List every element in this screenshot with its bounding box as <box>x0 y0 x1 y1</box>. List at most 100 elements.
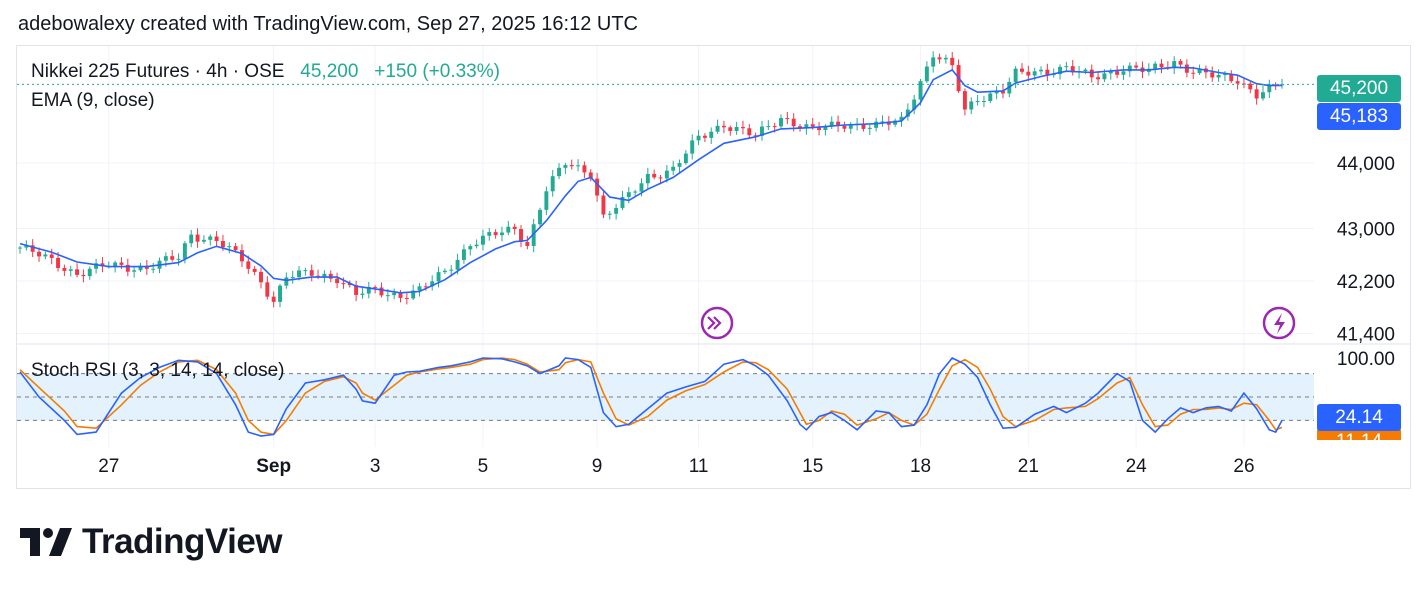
candle-body <box>563 165 568 168</box>
candle-body <box>132 270 137 272</box>
candle-body <box>652 173 657 178</box>
candle-body <box>645 173 650 184</box>
time-tick-label: 11 <box>689 456 709 477</box>
candle-body <box>1032 71 1037 76</box>
candle-body <box>284 277 289 286</box>
time-tick-label: 21 <box>1018 456 1039 477</box>
time-tick-label: 26 <box>1233 456 1254 477</box>
candle-body <box>246 261 251 269</box>
candle-body <box>1102 73 1107 80</box>
candle-body <box>709 131 714 138</box>
candle-body <box>550 176 555 192</box>
candle-body <box>1121 71 1126 75</box>
candle-body <box>49 254 54 258</box>
candle-body <box>677 163 682 167</box>
last-price-text: 45,200 <box>300 61 359 82</box>
candle-body <box>278 285 282 302</box>
candle-body <box>341 283 346 285</box>
candle-body <box>525 242 530 246</box>
candle-body <box>810 124 815 127</box>
chart-canvas[interactable]: 44,000 43,000 42,200 41,400 100.00 27 Sep 3 5 9 1… <box>0 0 1428 591</box>
candle-body <box>569 165 574 167</box>
candle-body <box>379 287 384 296</box>
candle-body <box>766 126 771 128</box>
candle-body <box>1134 65 1139 68</box>
candle-body <box>1013 68 1018 82</box>
time-tick-label: 15 <box>802 456 823 477</box>
symbol-legend[interactable]: Nikkei 225 Futures · 4h · OSE 45,200 +15… <box>31 61 500 83</box>
candle-body <box>715 125 720 132</box>
time-tick-label: 24 <box>1126 456 1148 477</box>
candle-body <box>702 135 707 138</box>
candle-body <box>975 101 980 103</box>
candle-body <box>683 153 688 164</box>
candle-body <box>290 277 295 279</box>
candle-body <box>607 213 612 215</box>
candle-body <box>220 241 225 248</box>
candle-body <box>867 127 872 129</box>
candle-body <box>779 118 783 127</box>
candle-body <box>385 295 390 297</box>
candle-body <box>455 259 460 270</box>
candle-body <box>62 268 67 271</box>
candle-body <box>747 128 752 136</box>
candle-body <box>252 268 257 272</box>
candle-body <box>265 282 270 297</box>
price-change-text: +150 (+0.33%) <box>374 61 500 82</box>
candle-body <box>151 268 156 270</box>
candle-body <box>297 270 302 278</box>
candle-body <box>1096 77 1101 80</box>
candle-body <box>772 126 777 128</box>
candle-body <box>214 236 219 242</box>
candle-body <box>303 270 308 272</box>
candle-body <box>182 243 187 259</box>
candle-body <box>1115 71 1120 75</box>
tradingview-logo: TradingView <box>20 522 283 562</box>
candle-body <box>791 118 796 127</box>
stoch-k-badge: 24.14 <box>1317 404 1401 431</box>
candle-body <box>734 126 739 131</box>
candle-body <box>988 93 993 101</box>
candle-body <box>601 195 606 215</box>
candle-body <box>512 226 517 230</box>
candle-body <box>360 293 365 295</box>
symbol-name: Nikkei 225 Futures · 4h · OSE <box>31 61 285 82</box>
stoch-legend[interactable]: Stoch RSI (3, 3, 14, 14, close) <box>31 360 284 382</box>
candle-body <box>500 232 504 236</box>
time-tick-label: 27 <box>98 456 119 477</box>
candle-body <box>163 256 168 261</box>
candle-body <box>271 296 276 302</box>
candle-body <box>417 286 422 291</box>
time-axis: 27 Sep 3 5 9 11 15 18 21 24 26 <box>98 456 1254 477</box>
candle-body <box>740 126 745 129</box>
stoch-tick-label: 100.00 <box>1337 349 1395 370</box>
tradingview-logo-icon <box>20 528 72 556</box>
candle-body <box>233 246 238 251</box>
candle-body <box>538 209 542 225</box>
candle-body <box>1064 66 1069 68</box>
candle-body <box>75 269 80 275</box>
candle-body <box>208 236 213 240</box>
candles <box>18 51 1284 308</box>
price-tick-label: 42,200 <box>1337 272 1395 293</box>
candle-body <box>626 192 631 198</box>
candle-body <box>328 273 333 279</box>
candle-body <box>639 183 644 192</box>
candle-body <box>728 127 733 131</box>
time-tick-label: 5 <box>478 456 489 477</box>
ema-badge: 45,183 <box>1317 103 1401 130</box>
candle-body <box>56 257 61 269</box>
candle-body <box>37 251 41 257</box>
candle-body <box>614 207 619 214</box>
candle-body <box>113 262 118 267</box>
candle-body <box>119 262 124 265</box>
candle-body <box>981 100 986 102</box>
candle-body <box>721 125 726 128</box>
candle-body <box>18 247 22 249</box>
candle-body <box>474 244 479 247</box>
candle-body <box>557 167 562 177</box>
time-tick-label: 3 <box>370 456 381 477</box>
ema-line <box>19 66 1283 294</box>
ema-legend[interactable]: EMA (9, close) <box>31 90 155 112</box>
candle-body <box>576 165 581 167</box>
